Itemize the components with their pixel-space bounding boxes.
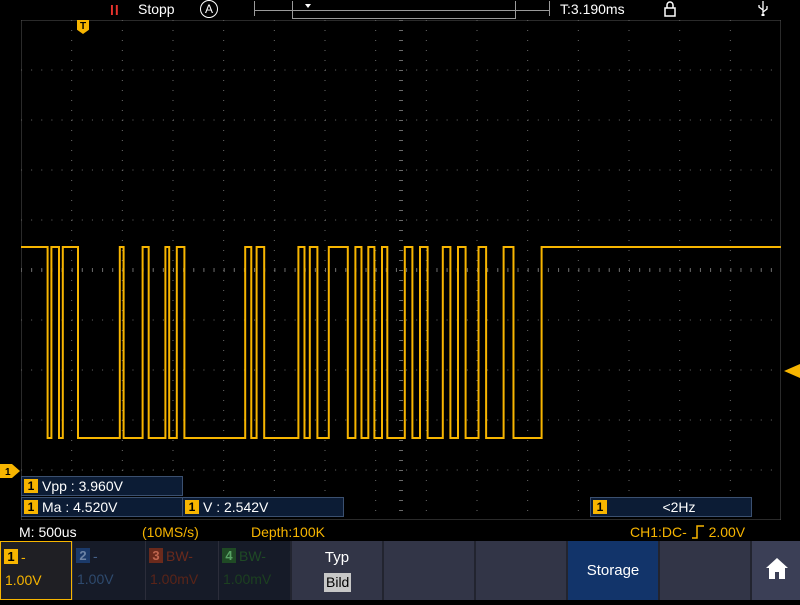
ch1-waveform-trace xyxy=(21,246,781,439)
frequency-counter: 1 <2Hz xyxy=(590,497,752,517)
channel-scale: 1.00V xyxy=(77,571,114,587)
channel-scale: 1.00mV xyxy=(150,571,199,587)
measurement-vpp-value: Vpp : 3.960V xyxy=(42,478,123,494)
sample-rate-readout: (10MS/s) xyxy=(142,524,199,540)
channel-tag: 1 xyxy=(593,500,607,514)
measurement-max-value: Ma : 4.520V xyxy=(42,499,118,515)
home-button[interactable] xyxy=(750,541,800,600)
channel-name: - xyxy=(21,549,26,565)
channel-tag: 3 xyxy=(149,548,163,563)
channel-name: BW- xyxy=(166,548,193,564)
type-label: Typ xyxy=(324,549,350,566)
menu-button-empty-2[interactable] xyxy=(474,541,566,600)
channel-tag: 1 xyxy=(24,500,38,514)
channel-name: - xyxy=(93,548,98,564)
usb-icon xyxy=(758,0,768,19)
rising-edge-icon xyxy=(691,525,704,539)
channel-tag: 1 xyxy=(4,549,18,564)
trigger-level-marker[interactable] xyxy=(784,364,800,378)
measurement-average-value: V : 2.542V xyxy=(203,499,269,515)
type-value: Bild xyxy=(324,573,352,592)
measurement-vpp: 1 Vpp : 3.960V xyxy=(21,476,183,496)
trigger-readout[interactable]: CH1:DC- 2.00V xyxy=(630,524,745,540)
type-menu-button[interactable]: Typ Bild xyxy=(290,541,382,600)
memory-depth-readout[interactable]: Depth:100K xyxy=(251,524,325,540)
time-offset-readout: T:3.190ms xyxy=(560,1,625,17)
menu-button-empty-1[interactable] xyxy=(382,541,474,600)
trigger-source: CH1:DC- xyxy=(630,524,687,540)
channel-tag: 2 xyxy=(76,548,90,563)
pause-icon[interactable]: ll xyxy=(110,2,120,18)
graticule xyxy=(21,20,781,520)
channel-1-button[interactable]: 1 - 1.00V xyxy=(0,541,72,600)
timebase-readout[interactable]: M: 500us xyxy=(19,524,77,540)
channel-4-button[interactable]: 4 BW- 1.00mV xyxy=(219,541,291,600)
svg-text:1: 1 xyxy=(5,467,11,478)
visible-window-indicator xyxy=(292,1,516,19)
channel-tag: 4 xyxy=(222,548,236,563)
channel-scale: 1.00mV xyxy=(223,571,272,587)
channel-tag: 1 xyxy=(24,479,38,493)
channel-scale: 1.00V xyxy=(5,572,42,588)
menu-button-empty-3[interactable] xyxy=(658,541,750,600)
channel-tag: 1 xyxy=(185,500,199,514)
measurement-max: 1 Ma : 4.520V xyxy=(21,497,183,517)
storage-button[interactable]: Storage xyxy=(566,541,658,600)
channel-name: BW- xyxy=(239,548,266,564)
trigger-position-arrow-icon xyxy=(305,4,311,8)
frequency-value: <2Hz xyxy=(662,499,696,515)
trigger-mode-auto-icon[interactable]: A xyxy=(200,0,218,18)
waveform-display[interactable] xyxy=(21,20,781,520)
home-icon xyxy=(766,558,788,579)
ch1-ground-marker[interactable]: 1 xyxy=(0,464,20,478)
measurement-average: 1 V : 2.542V xyxy=(182,497,344,517)
channel-2-button[interactable]: 2 - 1.00V xyxy=(73,541,145,600)
run-status-label[interactable]: Stopp xyxy=(138,1,175,17)
channel-3-button[interactable]: 3 BW- 1.00mV xyxy=(146,541,218,600)
lock-icon xyxy=(664,1,676,20)
storage-label: Storage xyxy=(586,562,640,579)
trigger-level: 2.00V xyxy=(708,524,746,540)
